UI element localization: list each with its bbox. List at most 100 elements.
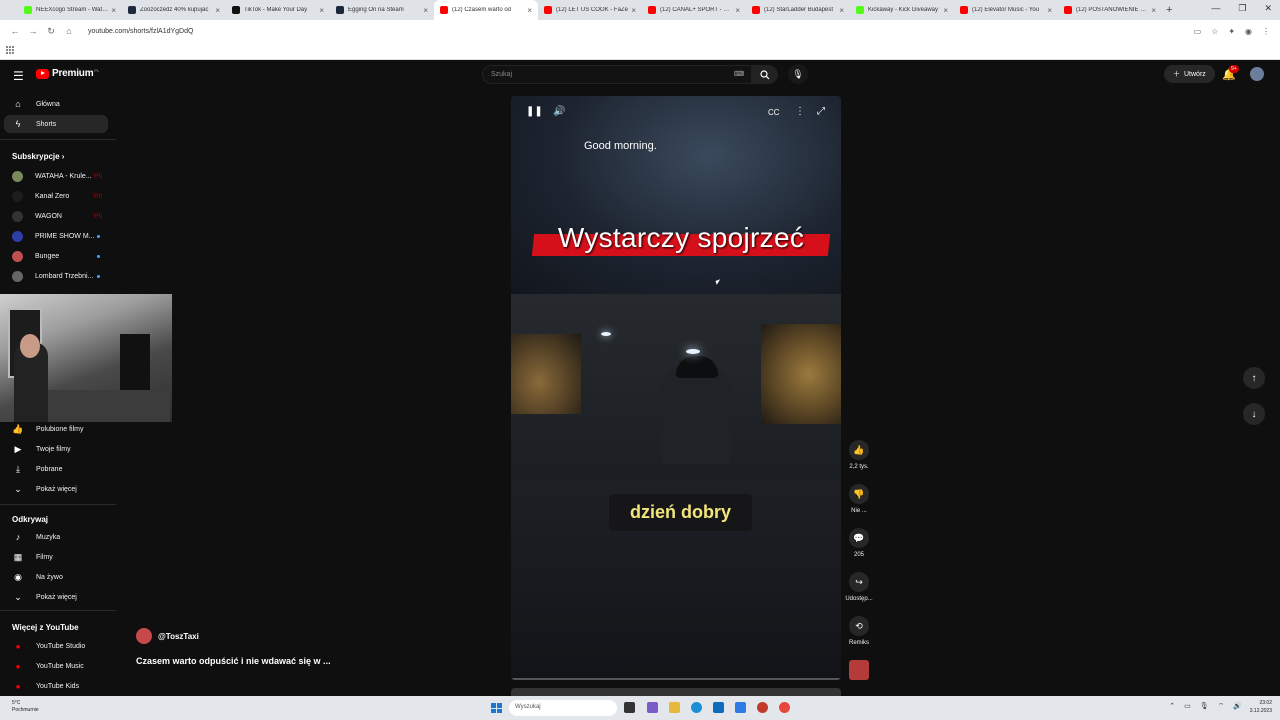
- tab-close-icon[interactable]: ×: [215, 6, 220, 15]
- new-tab-icon[interactable]: +: [1166, 4, 1172, 16]
- next-short-button[interactable]: ↓: [1243, 403, 1265, 425]
- fullscreen-icon[interactable]: ⤢: [817, 106, 825, 117]
- minimize-icon[interactable]: —: [1211, 3, 1220, 14]
- dislike-button[interactable]: 👎 Nie ...: [846, 484, 872, 514]
- sidebar-item-explore-0[interactable]: ♪ Muzyka: [4, 528, 108, 546]
- install-icon[interactable]: ▭: [1194, 27, 1202, 36]
- sidebar-item-explore-1[interactable]: ▦ Filmy: [4, 548, 108, 566]
- forward-icon[interactable]: →: [24, 26, 42, 36]
- close-window-icon[interactable]: ✕: [1264, 3, 1272, 14]
- tab-close-icon[interactable]: ×: [631, 6, 636, 15]
- apps-grid-icon[interactable]: [6, 46, 14, 54]
- search-button[interactable]: [752, 65, 778, 84]
- back-icon[interactable]: ←: [6, 26, 24, 36]
- profile-icon[interactable]: ◉: [1245, 27, 1252, 36]
- explore-heading[interactable]: Odkrywaj: [12, 515, 48, 524]
- tab-close-icon[interactable]: ×: [735, 6, 740, 15]
- browser-tab[interactable]: NEEXcogo Stream - Watch ×: [18, 0, 122, 20]
- star-icon[interactable]: ☆: [1211, 27, 1218, 36]
- subscription-item[interactable]: PRIME SHOW M...: [4, 227, 108, 245]
- youtube-logo[interactable]: Premium PL: [36, 68, 99, 79]
- sidebar-item-you-3[interactable]: ⌄ Pokaż więcej: [4, 480, 108, 498]
- volume-tray-icon[interactable]: 🔊: [1233, 702, 1242, 711]
- sidebar-item-more-2[interactable]: ● YouTube Kids: [4, 677, 108, 695]
- short-channel[interactable]: @ToszTaxi: [136, 628, 199, 644]
- extensions-icon[interactable]: ✦: [1228, 27, 1235, 36]
- short-title[interactable]: Czasem warto odpuścić i nie wdawać się w…: [136, 656, 331, 666]
- network-icon[interactable]: ▭: [1184, 702, 1191, 711]
- tab-close-icon[interactable]: ×: [111, 6, 116, 15]
- subscription-item[interactable]: Bungee: [4, 247, 108, 265]
- sidebar-item-more-1[interactable]: ● YouTube Music: [4, 657, 108, 675]
- volume-icon[interactable]: 🔊: [553, 106, 565, 117]
- browser-tab[interactable]: (12) StarLadder Budapest ×: [746, 0, 850, 20]
- chrome-icon[interactable]: [779, 702, 790, 713]
- previous-short-button[interactable]: ↑: [1243, 367, 1265, 389]
- subscriptions-heading[interactable]: Subskrypcje ›: [12, 152, 64, 161]
- channel-avatar-action[interactable]: [846, 660, 872, 680]
- sidebar-item-home[interactable]: ⌂ Główna: [4, 95, 108, 113]
- app-red-icon[interactable]: [757, 702, 768, 713]
- browser-tab[interactable]: TikTok - Make Your Day ×: [226, 0, 330, 20]
- edge-icon[interactable]: [691, 702, 702, 713]
- hamburger-menu-icon[interactable]: ☰: [13, 69, 24, 83]
- file-explorer-icon[interactable]: [669, 702, 680, 713]
- pause-icon[interactable]: ❚❚: [526, 106, 543, 117]
- sidebar-item-more-0[interactable]: ● YouTube Studio: [4, 637, 108, 655]
- browser-tab[interactable]: Zoozoczedz 40% kupujac ×: [122, 0, 226, 20]
- browser-tab[interactable]: (12) CANAL+ SPORT - You ×: [642, 0, 746, 20]
- tab-close-icon[interactable]: ×: [943, 6, 948, 15]
- share-button[interactable]: ↪ Udostęp...: [845, 572, 873, 602]
- tab-close-icon[interactable]: ×: [527, 6, 532, 15]
- restore-icon[interactable]: ❐: [1238, 3, 1246, 14]
- comments-button[interactable]: 💬 205: [846, 528, 872, 558]
- tab-close-icon[interactable]: ×: [423, 6, 428, 15]
- mail-icon[interactable]: [735, 702, 746, 713]
- sidebar-item-shorts[interactable]: ϟ Shorts: [4, 115, 108, 133]
- captions-icon[interactable]: CC: [768, 108, 780, 117]
- sidebar-item-you-0[interactable]: 👍 Polubione filmy: [4, 420, 108, 438]
- subscription-item[interactable]: WAGON ((•)): [4, 207, 108, 225]
- tab-close-icon[interactable]: ×: [1151, 6, 1156, 15]
- shorts-video-player[interactable]: ❚❚ 🔊 CC ⋮ ⤢ Good morning. Wystarczy spoj…: [511, 96, 841, 680]
- subscription-item[interactable]: Kanał Zero ((•)): [4, 187, 108, 205]
- tab-close-icon[interactable]: ×: [319, 6, 324, 15]
- address-bar[interactable]: youtube.com/shorts/fzlA1dYgDdQ: [82, 22, 1182, 40]
- chevron-up-icon[interactable]: ⌃: [1169, 702, 1175, 711]
- browser-tab[interactable]: Kickaway - Kick Giveaway ×: [850, 0, 954, 20]
- reload-icon[interactable]: ↻: [42, 26, 60, 37]
- browser-tab[interactable]: (12) LET US COOK - FaZe ×: [538, 0, 642, 20]
- sidebar-item-you-1[interactable]: ▶ Twoje filmy: [4, 440, 108, 458]
- sidebar-item-you-2[interactable]: ⤓ Pobrane: [4, 460, 108, 478]
- task-view-icon[interactable]: [624, 702, 635, 713]
- mic-tray-icon[interactable]: 🎙: [1200, 702, 1209, 711]
- more-options-icon[interactable]: ⋮: [795, 106, 805, 117]
- browser-tab[interactable]: (12) POSTANOWIENIE NO ×: [1058, 0, 1162, 20]
- windows-start-icon[interactable]: [491, 703, 502, 713]
- store-icon[interactable]: [713, 702, 724, 713]
- more-from-youtube-heading[interactable]: Więcej z YouTube: [12, 623, 79, 632]
- menu-icon[interactable]: ⋮: [1262, 27, 1270, 36]
- copilot-icon[interactable]: [647, 702, 658, 713]
- sidebar-item-explore-3[interactable]: ⌄ Pokaż więcej: [4, 588, 108, 606]
- tab-close-icon[interactable]: ×: [1047, 6, 1052, 15]
- taskbar-search[interactable]: Wyszukaj: [509, 700, 617, 716]
- sidebar-item-explore-2[interactable]: ◉ Na żywo: [4, 568, 108, 586]
- search-input[interactable]: Szukaj: [482, 65, 752, 84]
- account-avatar[interactable]: [1250, 67, 1264, 81]
- create-button[interactable]: ＋ Utwórz: [1164, 65, 1215, 83]
- wifi-icon[interactable]: ⌔: [1218, 702, 1225, 711]
- like-button[interactable]: 👍 2,2 tys.: [846, 440, 872, 470]
- browser-tab[interactable]: (12) Czasem warto od ×: [434, 0, 538, 20]
- remix-button[interactable]: ⟲ Remiks: [846, 616, 872, 646]
- video-progress-bar[interactable]: [511, 678, 841, 680]
- keyboard-icon[interactable]: ⌨: [734, 70, 744, 78]
- subscription-item[interactable]: WATAHA - Krule... ((•)): [4, 167, 108, 185]
- weather-widget[interactable]: 5°C Pochmurnie: [12, 700, 39, 714]
- tab-close-icon[interactable]: ×: [839, 6, 844, 15]
- voice-search-button[interactable]: 🎙: [788, 64, 808, 84]
- system-clock[interactable]: 23:02 3.12.2023: [1250, 699, 1272, 715]
- subscription-item[interactable]: Lombard Trzebni...: [4, 267, 108, 285]
- next-short-preview[interactable]: [511, 688, 841, 696]
- browser-tab[interactable]: Egging On na Steam ×: [330, 0, 434, 20]
